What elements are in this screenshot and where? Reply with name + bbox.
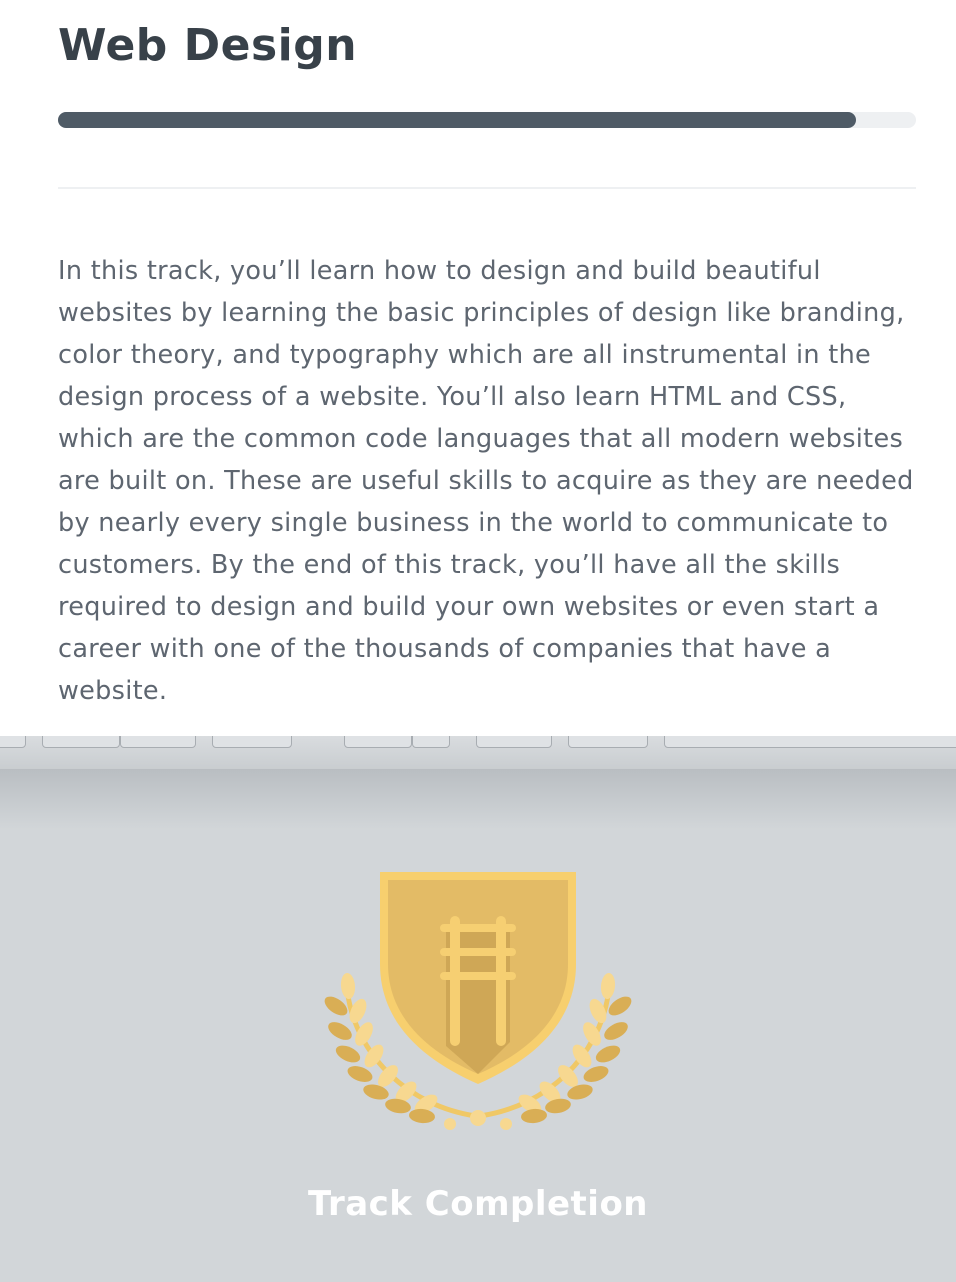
toolbar-button [42, 736, 120, 748]
toolbar-button [120, 736, 196, 748]
background-toolbar [0, 736, 956, 770]
laurel-shield-badge-icon [321, 872, 635, 1130]
toolbar-button [568, 736, 648, 748]
toolbar-button [212, 736, 292, 748]
divider [58, 187, 916, 189]
toolbar-button [0, 736, 26, 748]
toolbar-search-field [664, 736, 956, 748]
track-info-card: Web Design In this track, you’ll learn h… [0, 0, 956, 736]
track-description: In this track, you’ll learn how to desig… [58, 256, 914, 706]
badge-caption: Track Completion [307, 1184, 649, 1224]
progress-bar [58, 112, 916, 128]
toolbar-button [344, 736, 412, 748]
shadow [0, 770, 956, 830]
track-title: Web Design [58, 20, 358, 71]
toolbar-button [476, 736, 552, 748]
progress-bar-fill [58, 112, 856, 128]
toolbar-button [412, 736, 450, 748]
badge-panel: Track Completion [0, 736, 956, 1282]
